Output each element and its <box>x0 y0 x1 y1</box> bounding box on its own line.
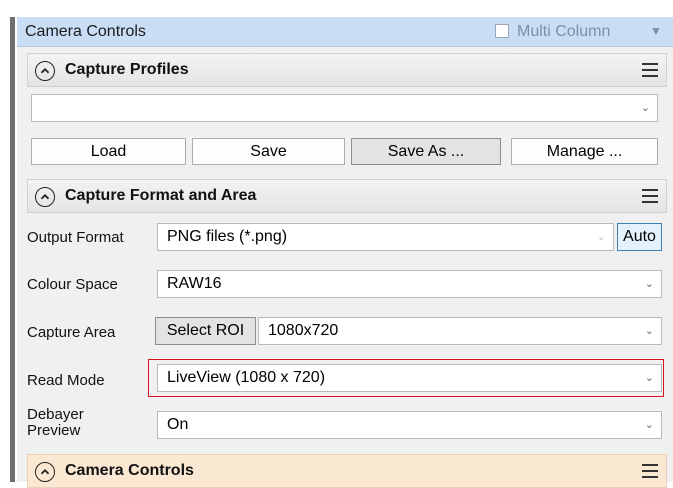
collapse-chevron-icon[interactable] <box>35 187 55 207</box>
colour-space-select[interactable]: RAW16 ⌄ <box>157 270 662 298</box>
hamburger-menu-icon[interactable] <box>642 189 658 203</box>
capture-area-value: 1080x720 <box>268 322 339 339</box>
save-as-button[interactable]: Save As ... <box>351 138 501 165</box>
read-mode-highlight <box>148 359 664 397</box>
capture-area-label: Capture Area <box>27 324 116 341</box>
camera-controls-panel: Camera Controls Multi Column ▼ Capture P… <box>17 17 673 488</box>
panel-title-bar: Camera Controls Multi Column ▼ <box>17 17 673 47</box>
chevron-down-icon: ⌄ <box>644 419 654 431</box>
hamburger-menu-icon[interactable] <box>642 63 658 77</box>
colour-space-label: Colour Space <box>27 276 118 293</box>
capture-profile-select[interactable]: ⌄ <box>31 94 658 122</box>
multi-column-label[interactable]: Multi Column <box>517 17 610 46</box>
capture-format-header[interactable]: Capture Format and Area <box>27 179 667 213</box>
panel-dropdown-icon[interactable]: ▼ <box>650 17 662 46</box>
auto-button[interactable]: Auto <box>617 223 662 251</box>
capture-profiles-header[interactable]: Capture Profiles <box>27 53 667 87</box>
read-mode-label: Read Mode <box>27 372 105 389</box>
hamburger-menu-icon[interactable] <box>642 464 658 478</box>
manage-button[interactable]: Manage ... <box>511 138 658 165</box>
output-format-select[interactable]: PNG files (*.png) ⌄ <box>157 223 614 251</box>
capture-area-select[interactable]: 1080x720 ⌄ <box>258 317 662 345</box>
output-format-value: PNG files (*.png) <box>167 228 288 245</box>
chevron-down-icon: ⌄ <box>644 278 654 290</box>
collapse-chevron-icon[interactable] <box>35 462 55 482</box>
debayer-preview-label-line2: Preview <box>27 422 81 439</box>
chevron-down-icon: ⌄ <box>640 102 650 114</box>
debayer-preview-label-line1: Debayer <box>27 406 84 423</box>
panel-title: Camera Controls <box>25 23 146 40</box>
left-edge-bar <box>10 17 15 482</box>
capture-format-title: Capture Format and Area <box>65 187 257 204</box>
save-button[interactable]: Save <box>192 138 345 165</box>
debayer-preview-value: On <box>167 416 189 433</box>
collapse-chevron-icon[interactable] <box>35 61 55 81</box>
select-roi-button[interactable]: Select ROI <box>155 317 256 345</box>
debayer-preview-label: Debayer Preview <box>27 407 84 439</box>
debayer-preview-select[interactable]: On ⌄ <box>157 411 662 439</box>
chevron-down-icon: ⌄ <box>644 325 654 337</box>
colour-space-value: RAW16 <box>167 275 222 292</box>
chevron-down-icon: ⌄ <box>596 231 606 243</box>
camera-controls-header[interactable]: Camera Controls <box>27 454 667 488</box>
load-button[interactable]: Load <box>31 138 186 165</box>
camera-controls-title: Camera Controls <box>65 462 194 479</box>
capture-profiles-title: Capture Profiles <box>65 61 189 78</box>
multi-column-checkbox[interactable] <box>495 24 509 38</box>
output-format-label: Output Format <box>27 229 124 246</box>
